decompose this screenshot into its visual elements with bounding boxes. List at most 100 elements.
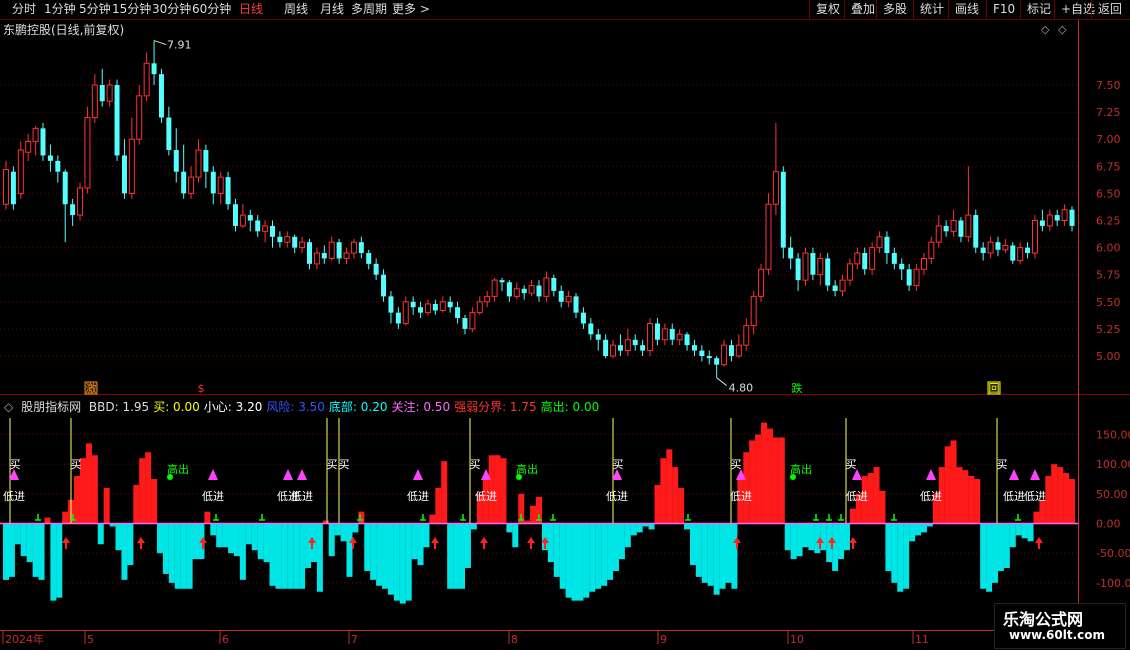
candle-body (84, 117, 91, 189)
indicator-bar (583, 523, 590, 598)
candle-body (676, 333, 683, 341)
indicator-bar (992, 523, 999, 583)
green-tick (420, 514, 426, 521)
candle-body (17, 149, 24, 194)
indicator-bar (695, 523, 702, 577)
candle-body (595, 334, 601, 340)
low-entry-label: 低进 (606, 490, 628, 503)
candle-body (920, 257, 927, 270)
low-entry-arrow (926, 469, 936, 480)
red-up-arrow (849, 537, 857, 549)
y-tick-label: 6.50 (1096, 187, 1121, 200)
low-entry-arrow (208, 469, 218, 480)
low-entry-label: 低进 (3, 490, 25, 503)
candle-body (839, 279, 846, 292)
candle-body (366, 253, 372, 264)
candle-body (3, 169, 9, 205)
candle-body (913, 268, 920, 287)
indicator-bar (168, 523, 175, 583)
candle-body (47, 155, 53, 161)
candle-body (654, 323, 660, 340)
indicator-bar (145, 452, 152, 524)
candle-body (70, 204, 76, 216)
indicator-bar (393, 523, 400, 601)
candle-body (876, 236, 883, 249)
candle-body (292, 236, 298, 248)
candle-body (270, 225, 275, 237)
candle-body (114, 85, 120, 156)
candle-body (669, 328, 675, 340)
candle-body (765, 203, 772, 270)
low-entry-label: 低进 (730, 490, 752, 503)
indicator-bar (577, 523, 584, 601)
candle-body (995, 242, 1001, 250)
indicator-bar (796, 523, 803, 557)
indicator-bar (186, 523, 193, 589)
candle-body (55, 160, 61, 172)
low-entry-arrow (413, 469, 423, 480)
candle-body (846, 263, 853, 281)
candle-body (750, 295, 757, 327)
indicator-bar (672, 467, 679, 524)
indicator-bar (1057, 467, 1064, 524)
y-tick-label: 6.00 (1096, 242, 1121, 255)
indicator-bar (624, 523, 631, 548)
indicator-bar (464, 523, 471, 568)
indicator-bar (139, 458, 146, 524)
indicator-bar (222, 523, 229, 548)
candle-body (1054, 215, 1060, 221)
indicator-bar (399, 523, 406, 604)
indicator-bar (1039, 499, 1046, 524)
indicator-bar (411, 523, 418, 560)
candle-body (277, 236, 283, 243)
event-marker: 跌 (792, 381, 803, 395)
indicator-bar (701, 523, 708, 583)
candle-body (313, 252, 320, 265)
candle-body (810, 253, 816, 275)
candle-body (788, 247, 794, 259)
indicator-bar (287, 523, 294, 589)
candle-body (262, 225, 269, 232)
candle-body (573, 296, 579, 313)
candle-body (1069, 209, 1075, 226)
indicator-bar (364, 523, 371, 571)
indicator-bar (612, 523, 619, 571)
candle-body (232, 204, 238, 226)
indicator-bar (20, 523, 27, 557)
indicator-bar (32, 523, 39, 577)
event-marker: $ (198, 382, 205, 395)
candle-body (825, 258, 831, 286)
candle-body (307, 242, 313, 264)
candle-body (32, 127, 39, 142)
candle-body (388, 296, 394, 313)
indicator-bar (305, 523, 312, 568)
x-tick-label: 10 (790, 633, 804, 646)
candle-body (166, 117, 172, 151)
low-entry-arrow (1009, 469, 1019, 480)
indicator-bar (423, 523, 430, 548)
indicator-bar (121, 523, 128, 580)
indicator-bar (903, 523, 910, 589)
indicator-bar (470, 523, 477, 530)
candle-body (832, 285, 838, 291)
candle-body (410, 301, 416, 308)
indicator-bar (358, 511, 365, 524)
y-tick-label: 6.75 (1096, 160, 1121, 173)
candle-body (381, 274, 387, 297)
y-tick-label: 7.25 (1096, 106, 1121, 119)
candle-body (780, 171, 786, 248)
indicator-bar (1027, 523, 1034, 542)
candle-body (987, 241, 994, 254)
indicator-bar (530, 505, 537, 524)
indicator-bar (630, 523, 637, 536)
candle-body (40, 128, 46, 156)
indicator-bar (180, 523, 187, 589)
candle-body (588, 323, 594, 335)
indicator-bar (885, 523, 892, 571)
candle-body (469, 312, 476, 330)
indicator-bar (44, 517, 51, 524)
green-tick (813, 514, 819, 521)
candle-body (476, 301, 483, 314)
indicator-bar (133, 484, 140, 524)
indicator-bar (1063, 473, 1070, 524)
